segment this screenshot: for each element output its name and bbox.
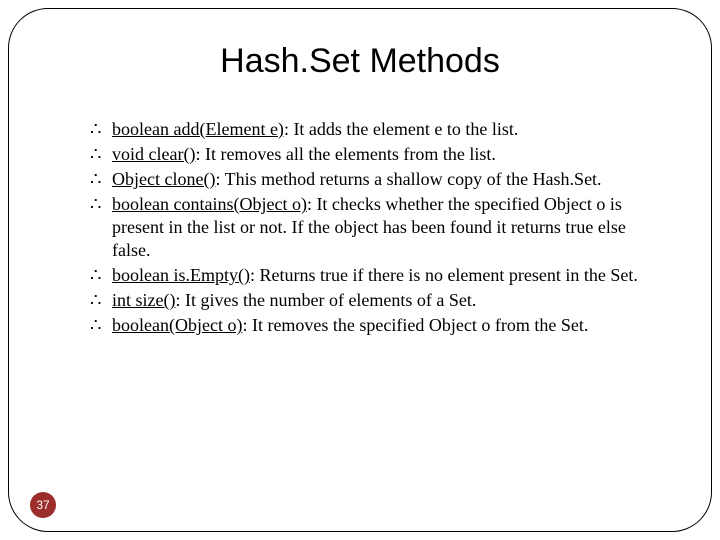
bullet-icon: ∴	[90, 264, 112, 287]
list-item: ∴int size(): It gives the number of elem…	[90, 289, 660, 312]
list-item-text: boolean contains(Object o): It checks wh…	[112, 193, 660, 262]
method-signature: boolean contains(Object o)	[112, 194, 307, 214]
method-signature: void clear()	[112, 144, 195, 164]
method-description: : It gives the number of elements of a S…	[175, 290, 476, 310]
bullet-icon: ∴	[90, 118, 112, 141]
list-item-text: boolean add(Element e): It adds the elem…	[112, 118, 660, 141]
list-item-text: int size(): It gives the number of eleme…	[112, 289, 660, 312]
bullet-icon: ∴	[90, 193, 112, 216]
page-number-badge: 37	[30, 492, 56, 518]
list-item: ∴void clear(): It removes all the elemen…	[90, 143, 660, 166]
method-signature: boolean is.Empty()	[112, 265, 250, 285]
method-signature: Object clone()	[112, 169, 215, 189]
list-item-text: boolean is.Empty(): Returns true if ther…	[112, 264, 660, 287]
method-description: : This method returns a shallow copy of …	[215, 169, 601, 189]
method-description: : It removes all the elements from the l…	[195, 144, 495, 164]
list-item-text: void clear(): It removes all the element…	[112, 143, 660, 166]
bullet-icon: ∴	[90, 143, 112, 166]
method-signature: int size()	[112, 290, 175, 310]
list-item-text: Object clone(): This method returns a sh…	[112, 168, 660, 191]
bullet-icon: ∴	[90, 314, 112, 337]
list-item: ∴boolean(Object o): It removes the speci…	[90, 314, 660, 337]
list-item: ∴Object clone(): This method returns a s…	[90, 168, 660, 191]
method-signature: boolean add(Element e)	[112, 119, 284, 139]
list-item: ∴boolean is.Empty(): Returns true if the…	[90, 264, 660, 287]
method-description: : It removes the specified Object o from…	[242, 315, 588, 335]
list-item-text: boolean(Object o): It removes the specif…	[112, 314, 660, 337]
bullet-icon: ∴	[90, 289, 112, 312]
list-item: ∴boolean contains(Object o): It checks w…	[90, 193, 660, 262]
page-number: 37	[36, 498, 49, 512]
bullet-icon: ∴	[90, 168, 112, 191]
list-item: ∴boolean add(Element e): It adds the ele…	[90, 118, 660, 141]
slide-body: ∴boolean add(Element e): It adds the ele…	[90, 118, 660, 339]
slide: Hash.Set Methods ∴boolean add(Element e)…	[0, 0, 720, 540]
method-description: : Returns true if there is no element pr…	[250, 265, 638, 285]
method-description: : It adds the element e to the list.	[284, 119, 518, 139]
method-signature: boolean(Object o)	[112, 315, 242, 335]
slide-title: Hash.Set Methods	[0, 42, 720, 81]
